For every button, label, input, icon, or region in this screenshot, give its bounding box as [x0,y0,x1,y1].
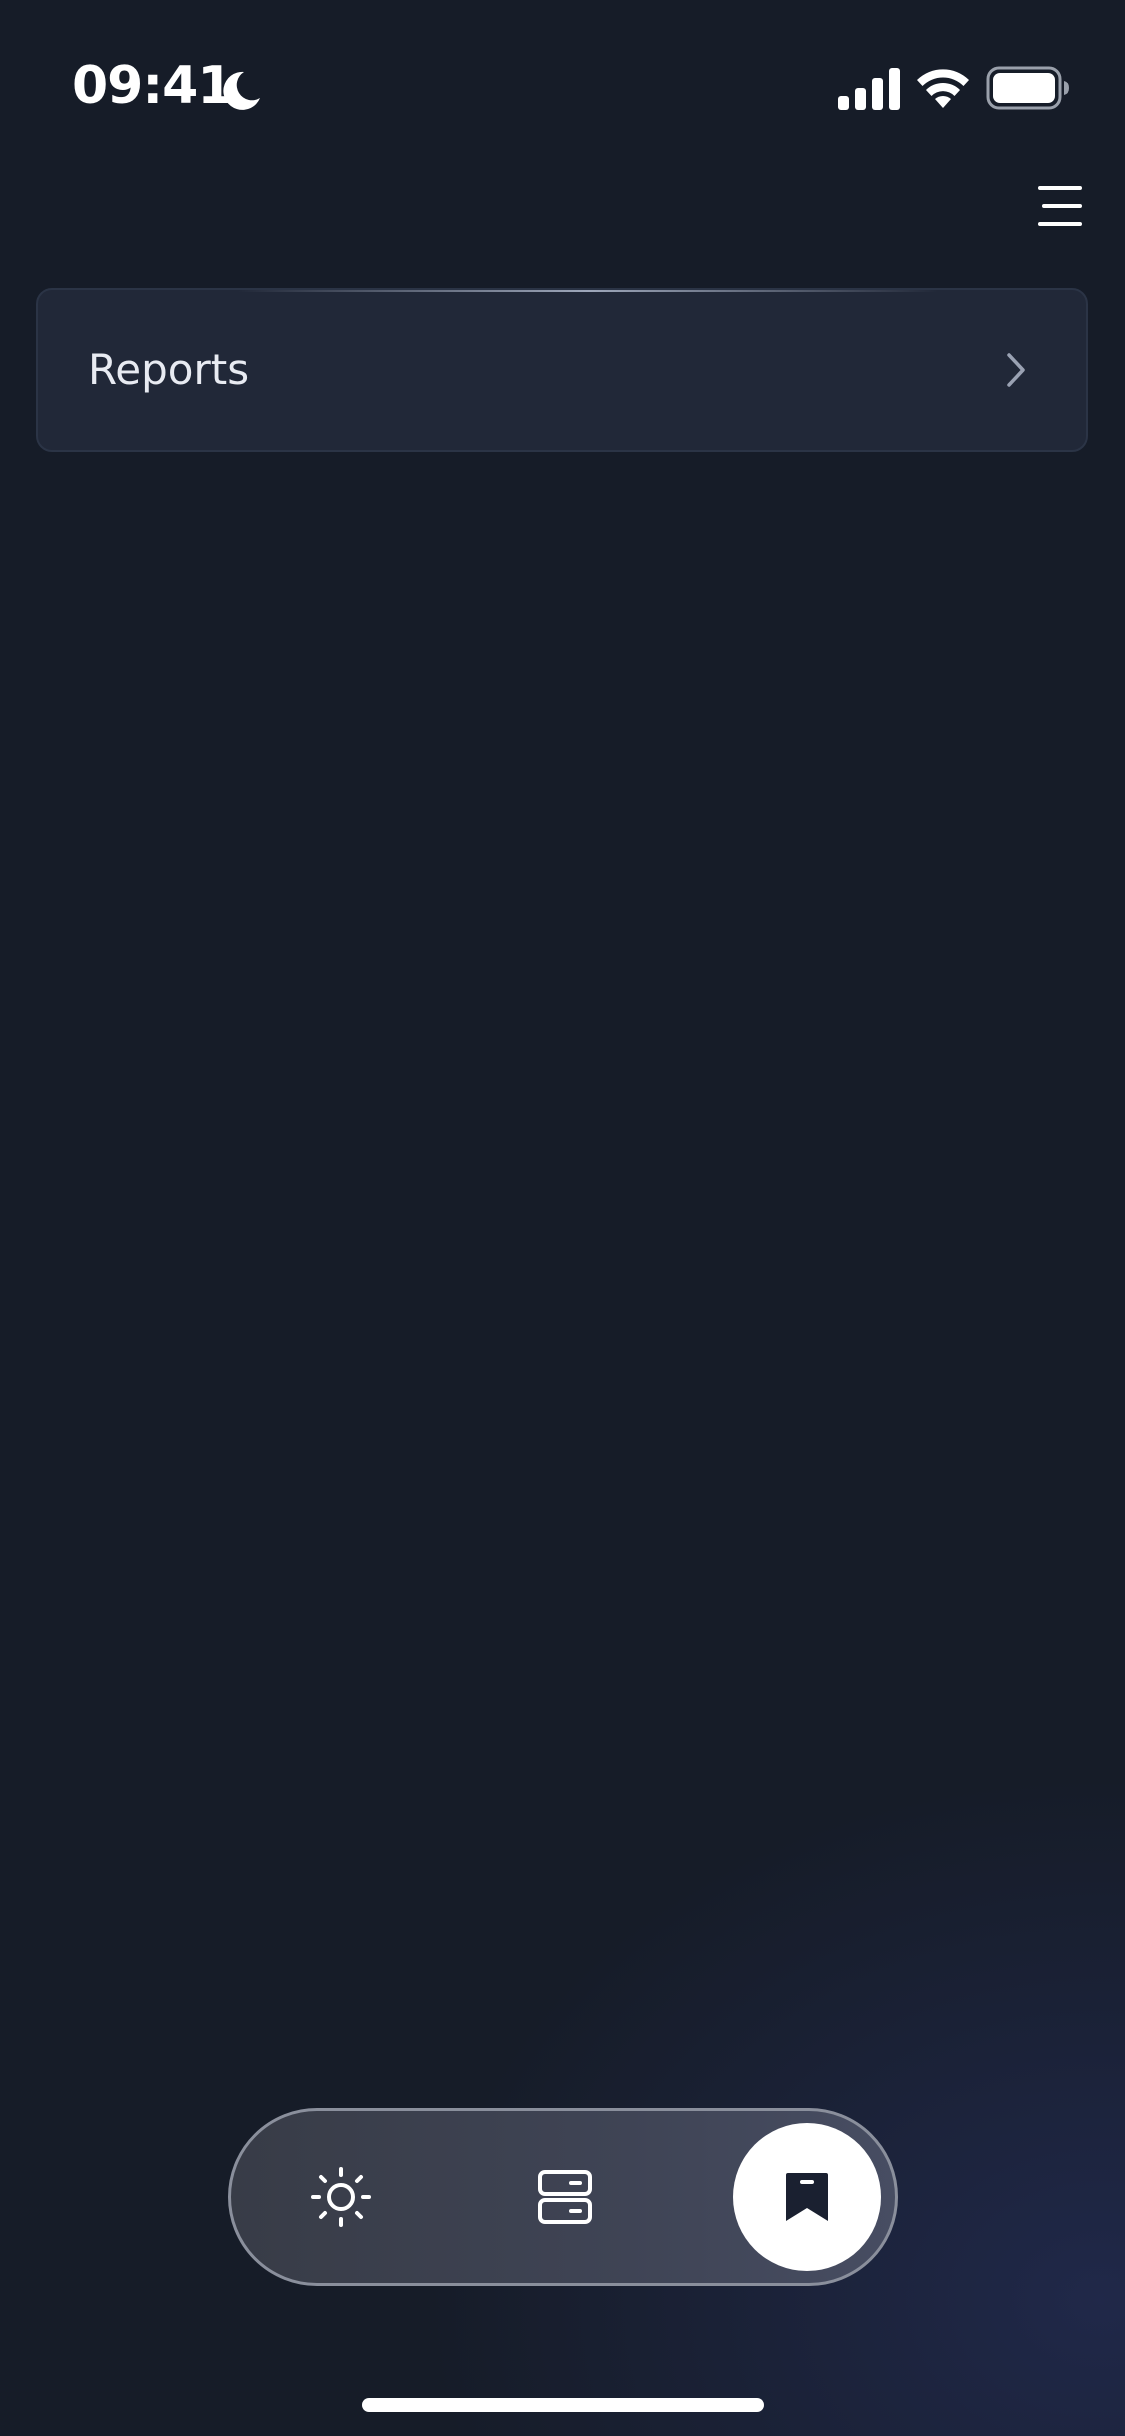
tab-sun[interactable] [271,2111,411,2283]
battery-icon [986,66,1069,110]
tab-bar [228,2108,898,2286]
home-indicator [362,2398,764,2412]
moon-icon [223,71,260,110]
list-item-reports[interactable]: Reports [36,288,1088,452]
menu-button[interactable] [1024,176,1088,236]
sun-icon [311,2167,371,2227]
card-top-highlight [238,290,938,292]
status-time: 09:41 [72,56,234,116]
bookmark-icon [786,2173,828,2221]
tab-storage[interactable] [493,2111,633,2283]
storage-icon [538,2170,592,2224]
tab-bookmark[interactable] [733,2123,881,2271]
wifi-icon [917,69,969,108]
status-bar: 09:41 [0,0,1125,150]
chevron-right-icon [1007,353,1025,387]
cellular-signal-icon [838,68,900,110]
list-item-label: Reports [88,345,250,394]
